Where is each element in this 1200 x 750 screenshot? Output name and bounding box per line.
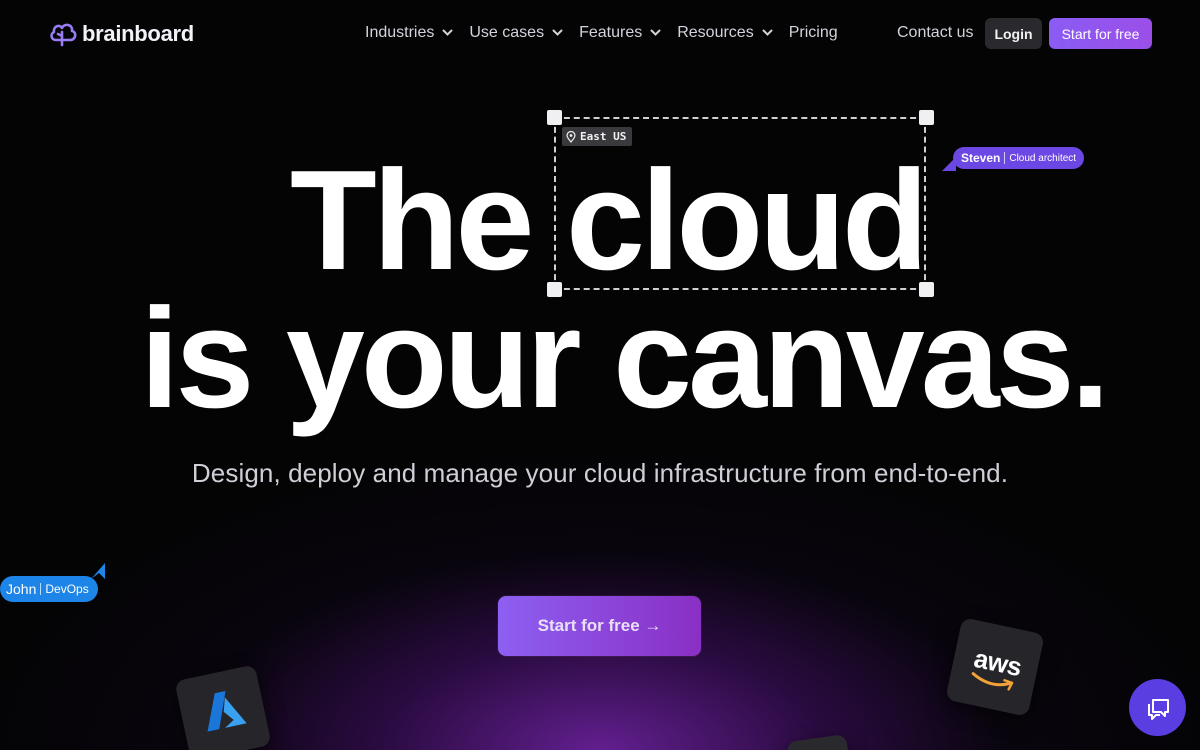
resize-handle-bottom-left (547, 282, 562, 297)
collaborator-cursor-steven: Steven Cloud architect (953, 147, 1085, 169)
menu-item-industries[interactable]: Industries (365, 24, 453, 42)
menu-item-label: Industries (365, 24, 435, 41)
chat-widget-button[interactable] (1129, 679, 1186, 736)
collaborator-cursor-john: John DevOps (0, 576, 98, 602)
divider (40, 583, 42, 595)
start-for-free-nav-button[interactable]: Start for free (1049, 18, 1152, 49)
region-tag-label: East US (580, 130, 627, 143)
hero-subtitle: Design, deploy and manage your cloud inf… (191, 458, 1009, 488)
aws-tile: aws (945, 617, 1045, 717)
region-tag: East US (562, 127, 633, 146)
resize-handle-top-left (547, 110, 562, 125)
menu-item-use-cases[interactable]: Use cases (469, 24, 563, 42)
menu-item-label: Use cases (469, 24, 545, 41)
provider-tile (786, 733, 850, 750)
collaborator-role: Cloud architect (1009, 152, 1077, 164)
logo-text: brainboard (82, 21, 194, 46)
chevron-down-icon (762, 29, 773, 36)
menu-item-label: Resources (677, 24, 754, 41)
location-pin-icon (566, 130, 576, 143)
menu-item-resources[interactable]: Resources (677, 24, 773, 42)
chevron-down-icon (650, 29, 661, 36)
menu-item-features[interactable]: Features (579, 24, 661, 42)
chat-bubbles-icon (1147, 698, 1169, 720)
divider (1004, 152, 1006, 164)
collaborator-role: DevOps (45, 582, 89, 596)
menu-item-pricing[interactable]: Pricing (789, 24, 838, 42)
menu-item-label: Pricing (788, 24, 838, 41)
hero-title-line-2: is your canvas. (140, 279, 1110, 438)
menu-item-label: Features (579, 24, 643, 41)
main-menu: Industries Use cases Features Resources … (365, 24, 838, 42)
top-navigation: brainboard Industries Use cases Features… (0, 0, 1200, 68)
collaborator-name: John (6, 581, 37, 597)
resize-handle-top-right (919, 110, 934, 125)
login-button[interactable]: Login (985, 18, 1042, 49)
chevron-down-icon (442, 29, 453, 36)
collaborator-name: Steven (961, 151, 1001, 165)
hero-title-word-the: The (290, 141, 534, 300)
start-for-free-cta-button[interactable]: Start for free → (498, 596, 701, 656)
azure-tile (174, 664, 272, 750)
brand-logo[interactable]: brainboard (48, 20, 194, 48)
resize-handle-bottom-right (919, 282, 934, 297)
azure-logo-icon (207, 691, 247, 732)
brainboard-logo-icon (50, 23, 77, 47)
chevron-down-icon (552, 29, 563, 36)
contact-link[interactable]: Contact us (897, 24, 973, 42)
